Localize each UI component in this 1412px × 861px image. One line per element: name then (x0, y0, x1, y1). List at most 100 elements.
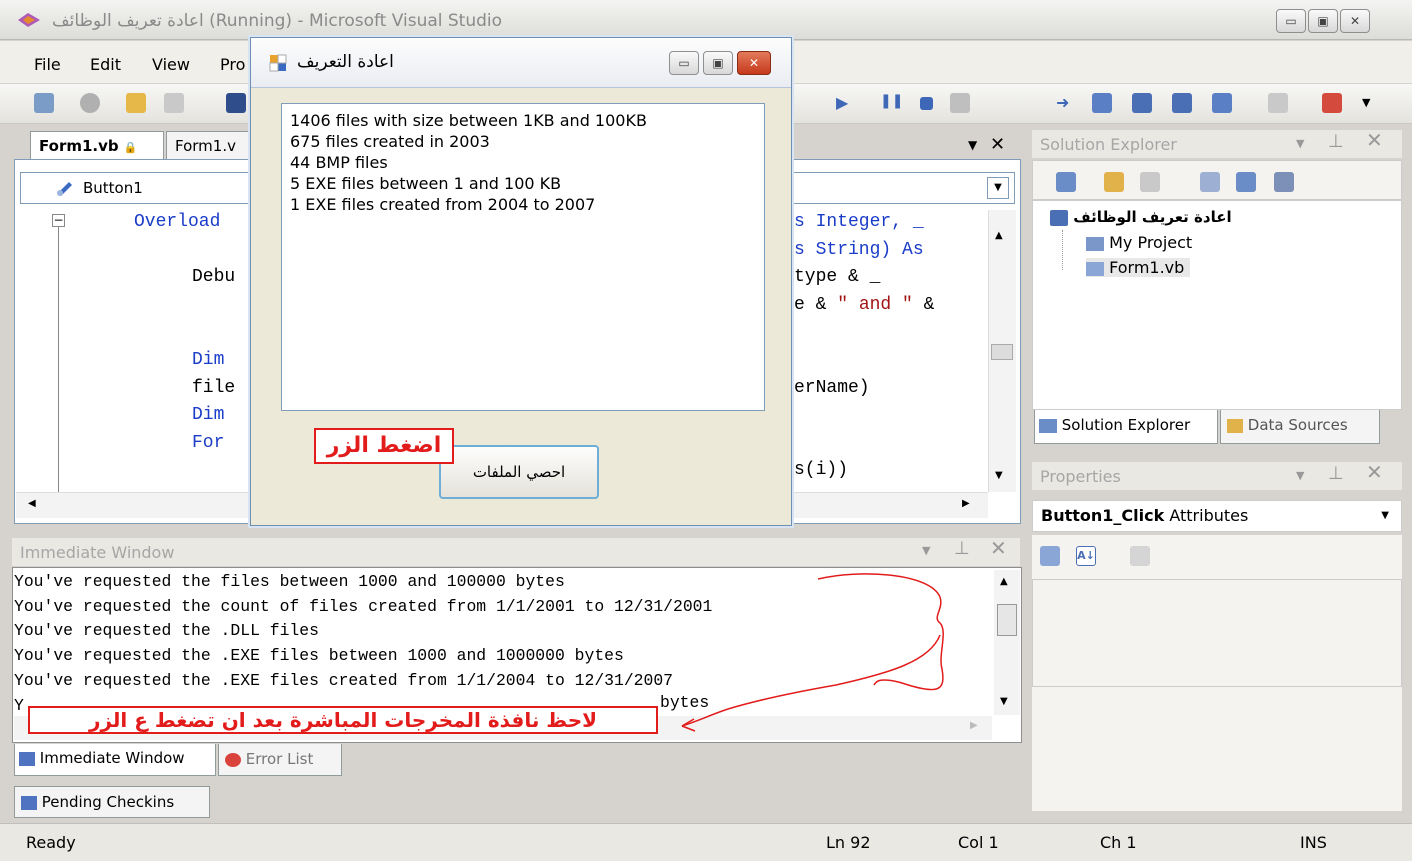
code-line-tail: s(i)) (794, 460, 849, 481)
tab-pending-checkins[interactable]: Pending Checkins (14, 786, 210, 818)
menu-file[interactable]: File (34, 55, 61, 74)
immediate-header: Immediate Window (12, 538, 1020, 566)
tree-item-my-project[interactable]: My Project (1086, 233, 1192, 252)
pin-icon[interactable]: ⊥ (954, 538, 970, 559)
scroll-right-icon[interactable]: ▶ (962, 498, 970, 509)
breakpoint-icon[interactable] (1092, 93, 1112, 113)
outline-collapse-icon[interactable]: − (52, 214, 65, 227)
pin-icon[interactable]: ⊥ (1328, 463, 1344, 484)
menu-project[interactable]: Pro (220, 55, 245, 74)
count-files-button[interactable]: احصي الملفات (439, 445, 599, 499)
list-item: 44 BMP files (290, 153, 388, 172)
tab-immediate-window[interactable]: Immediate Window (14, 744, 216, 776)
dialog-maximize-button[interactable]: ▣ (703, 51, 733, 75)
maximize-button[interactable]: ▣ (1308, 9, 1338, 33)
chevron-down-icon[interactable]: ▼ (987, 177, 1009, 199)
solution-explorer-icon (1039, 418, 1057, 433)
step-icon[interactable] (950, 93, 970, 113)
view-designer-icon[interactable] (1236, 172, 1256, 192)
code-line: For (192, 432, 225, 453)
chevron-down-icon[interactable]: ▼ (1362, 96, 1370, 109)
pin-icon[interactable]: ⊥ (1328, 131, 1344, 152)
status-insert-mode: INS (1300, 833, 1327, 852)
results-list[interactable]: 1406 files with size between 1KB and 100… (281, 103, 765, 411)
add-item-icon[interactable] (80, 93, 100, 113)
scroll-down-icon[interactable]: ▼ (995, 470, 1003, 481)
close-icon[interactable]: ✕ (1366, 128, 1383, 152)
scroll-right-icon[interactable]: ▶ (970, 720, 978, 731)
chevron-down-icon[interactable]: ▼ (1296, 469, 1304, 482)
alphabetical-icon[interactable]: A↓ (1076, 546, 1096, 566)
list-item: 5 EXE files between 1 and 100 KB (290, 174, 562, 193)
data-sources-icon (1227, 418, 1243, 433)
dialog-minimize-button[interactable]: ▭ (669, 51, 699, 75)
chevron-down-icon[interactable]: ▼ (1381, 510, 1389, 521)
tree-item-form1[interactable]: Form1.vb (1086, 258, 1191, 277)
status-column: Col 1 (958, 833, 999, 852)
find-icon[interactable] (1132, 93, 1152, 113)
chevron-down-icon[interactable]: ▼ (922, 544, 930, 557)
view-code-icon[interactable] (1200, 172, 1220, 192)
class-diagram-icon[interactable] (1274, 172, 1294, 192)
list-item: 675 files created in 2003 (290, 132, 490, 151)
close-button[interactable]: ✕ (1340, 9, 1370, 33)
property-pages-icon[interactable] (1130, 546, 1150, 566)
vertical-scrollbar[interactable]: ▲ ▼ (988, 210, 1016, 492)
scroll-up-icon[interactable]: ▲ (995, 230, 1003, 241)
refresh-icon[interactable] (1140, 172, 1160, 192)
status-bar: Ready Ln 92 Col 1 Ch 1 INS (0, 823, 1412, 861)
pause-icon[interactable]: ❚❚ (880, 93, 903, 113)
tab-form1-vb-design[interactable]: Form1.v (166, 131, 252, 159)
continue-icon[interactable]: ▶ (836, 93, 856, 113)
object-combo-value: Button1 (83, 179, 143, 197)
network-icon[interactable] (1212, 93, 1232, 113)
stop-icon[interactable] (920, 97, 933, 110)
chevron-down-icon[interactable]: ▼ (968, 138, 977, 152)
status-ready: Ready (26, 833, 76, 852)
code-line: Dim (192, 350, 225, 370)
properties-description (1032, 686, 1402, 811)
title-bar: اعادة تعريف الوظائف (Running) - Microsof… (0, 0, 1412, 40)
chevron-down-icon[interactable]: ▼ (1296, 137, 1304, 150)
tab-data-sources[interactable]: Data Sources (1220, 410, 1380, 444)
solution-tree[interactable] (1032, 200, 1402, 410)
dialog-close-button[interactable]: ✕ (737, 51, 771, 75)
categorized-icon[interactable] (1040, 546, 1060, 566)
immediate-lines: You've requested the files between 1000 … (14, 570, 712, 694)
bookmark-icon[interactable] (1172, 93, 1192, 113)
grid-icon[interactable] (164, 93, 184, 113)
scroll-thumb[interactable] (997, 604, 1017, 636)
code-line-tail: s Integer, _ (794, 212, 924, 232)
properties-object-selector[interactable]: Button1_Click Attributes ▼ (1032, 500, 1402, 532)
menu-view[interactable]: View (152, 55, 190, 74)
list-item: 1406 files with size between 1KB and 100… (290, 111, 647, 130)
minimize-button[interactable]: ▭ (1276, 9, 1306, 33)
close-icon[interactable]: ✕ (990, 536, 1007, 560)
scroll-thumb[interactable] (991, 344, 1013, 360)
scroll-down-icon[interactable]: ▼ (1000, 696, 1008, 707)
button-object-icon (55, 179, 73, 197)
close-icon[interactable]: ✕ (1366, 460, 1383, 484)
button-annotation: اضغط الزر (314, 428, 454, 464)
arrow-right-icon[interactable]: ➜ (1056, 93, 1076, 113)
form-icon (269, 54, 287, 72)
open-folder-icon[interactable] (126, 93, 146, 113)
save-icon[interactable] (226, 93, 246, 113)
tab-solution-explorer[interactable]: Solution Explorer (1034, 410, 1218, 444)
show-all-files-icon[interactable] (1104, 172, 1124, 192)
tree-line (1062, 230, 1063, 270)
status-line: Ln 92 (826, 833, 871, 852)
scroll-left-icon[interactable]: ◀ (28, 498, 36, 509)
new-project-icon[interactable] (34, 93, 54, 113)
close-icon[interactable]: ✕ (990, 134, 1005, 155)
dialog-title-bar: اعادة التعريف ▭ ▣ ✕ (251, 38, 791, 88)
toolbox-icon[interactable] (1322, 93, 1342, 113)
properties-icon[interactable] (1056, 172, 1076, 192)
tab-form1-vb-code[interactable]: Form1.vb 🔒 (30, 131, 164, 159)
pin-icon[interactable] (1268, 93, 1288, 113)
tab-error-list[interactable]: Error List (218, 744, 342, 776)
project-node[interactable]: اعادة تعريف الوظائف (1050, 208, 1232, 226)
menu-edit[interactable]: Edit (90, 55, 121, 74)
scroll-up-icon[interactable]: ▲ (1000, 576, 1008, 587)
immediate-scrollbar[interactable]: ▲ ▼ (994, 570, 1020, 715)
